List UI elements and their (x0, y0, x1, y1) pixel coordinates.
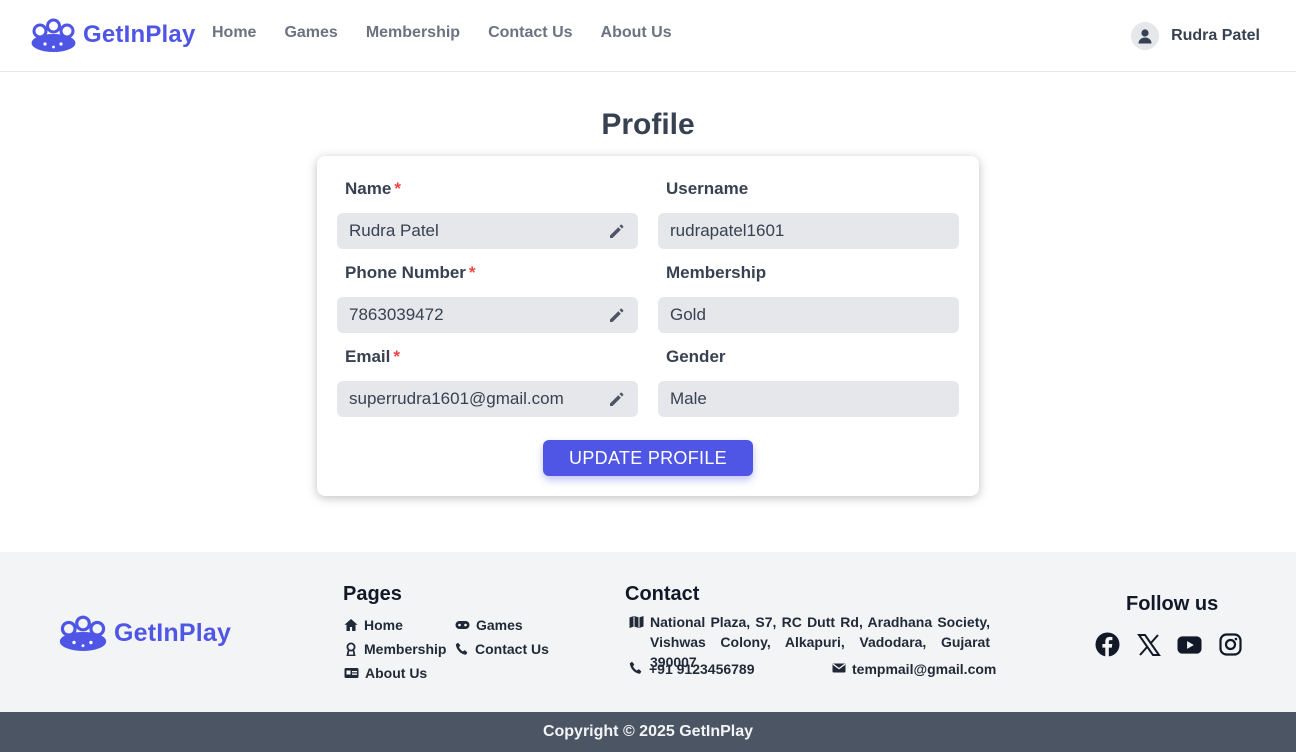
map-icon (629, 616, 644, 628)
nav-games[interactable]: Games (284, 24, 337, 42)
footer-link-contact-us[interactable]: Contact Us (455, 641, 549, 657)
home-icon (344, 619, 358, 631)
contact-heading: Contact (625, 583, 700, 605)
main-nav: Home Games Membership Contact Us About U… (212, 24, 672, 42)
instagram-link[interactable] (1218, 632, 1243, 657)
pencil-edit-icon[interactable] (608, 306, 626, 324)
footer-link-home[interactable]: Home (344, 617, 403, 633)
x-icon (1136, 633, 1161, 656)
pages-heading: Pages (343, 583, 402, 605)
pencil-edit-icon[interactable] (608, 222, 626, 240)
user-menu[interactable]: Rudra Patel (1131, 22, 1260, 50)
nav-about-us[interactable]: About Us (601, 24, 672, 42)
controllers-logo-icon (31, 18, 76, 52)
gender-field-group: Gender (658, 345, 959, 417)
nav-contact-us[interactable]: Contact Us (488, 24, 572, 42)
footer-link-membership[interactable]: Membership (344, 641, 446, 657)
phone-field-group: Phone Number * (337, 261, 638, 333)
youtube-link[interactable] (1177, 632, 1202, 657)
required-asterisk: * (468, 263, 476, 282)
copyright-text: Copyright © 2025 GetInPlay (542, 723, 754, 740)
update-profile-button[interactable]: UPDATE PROFILE (543, 440, 753, 476)
email-input[interactable] (349, 389, 589, 409)
username-label: Username (666, 179, 749, 198)
pencil-edit-icon[interactable] (608, 390, 626, 408)
page-title: Profile (601, 108, 695, 141)
username-input (670, 221, 910, 241)
contact-phone[interactable]: +91 9123456789 (629, 661, 755, 677)
footer-brand-logo[interactable]: GetInPlay (58, 614, 231, 652)
email-label: Email (345, 347, 391, 366)
brand-name: GetInPlay (83, 21, 196, 48)
phone-icon (629, 661, 642, 674)
footer-link-about-us[interactable]: About Us (344, 665, 427, 681)
phone-input[interactable] (349, 305, 589, 325)
membership-input (670, 305, 910, 325)
phone-text: +91 9123456789 (649, 661, 755, 677)
facebook-icon (1095, 632, 1120, 657)
gender-label: Gender (666, 347, 726, 366)
phone-label: Phone Number (345, 263, 466, 282)
footer-brand-name: GetInPlay (114, 618, 232, 647)
contact-email[interactable]: tempmail@gmail.com (832, 661, 996, 677)
social-links (1095, 632, 1243, 657)
brand-logo[interactable]: GetInPlay (30, 17, 196, 53)
award-icon (346, 642, 356, 656)
gamepad-icon (455, 621, 470, 629)
membership-label: Membership (666, 263, 767, 282)
user-icon (1138, 29, 1152, 44)
facebook-link[interactable] (1095, 632, 1120, 657)
footer: GetInPlay Pages Home Games Membership Co… (0, 552, 1296, 712)
nav-home[interactable]: Home (212, 24, 256, 42)
envelope-icon (832, 663, 846, 673)
required-asterisk: * (393, 347, 400, 366)
email-field-group: Email * (337, 345, 638, 417)
avatar (1131, 22, 1160, 50)
name-field-group: Name * (337, 177, 638, 249)
x-link[interactable] (1136, 632, 1161, 657)
footer-link-games[interactable]: Games (455, 617, 523, 633)
top-navbar: GetInPlay Home Games Membership Contact … (0, 0, 1296, 72)
profile-card: Name* Username Phone Number* Membership … (317, 156, 979, 496)
follow-heading: Follow us (1126, 593, 1219, 615)
id-card-icon (344, 668, 359, 678)
username-field-group: Username (658, 177, 959, 249)
user-name: Rudra Patel (1171, 27, 1260, 44)
email-text: tempmail@gmail.com (852, 661, 997, 677)
required-asterisk: * (394, 179, 401, 198)
nav-membership[interactable]: Membership (366, 24, 460, 42)
copyright-bar: Copyright © 2025 GetInPlay (0, 712, 1296, 752)
phone-icon (455, 642, 468, 655)
membership-field-group: Membership (658, 261, 959, 333)
name-input[interactable] (349, 221, 589, 241)
youtube-icon (1177, 635, 1202, 654)
controllers-logo-icon (59, 615, 107, 651)
name-label: Name (345, 179, 392, 198)
gender-input (670, 389, 910, 409)
instagram-icon (1219, 633, 1242, 656)
